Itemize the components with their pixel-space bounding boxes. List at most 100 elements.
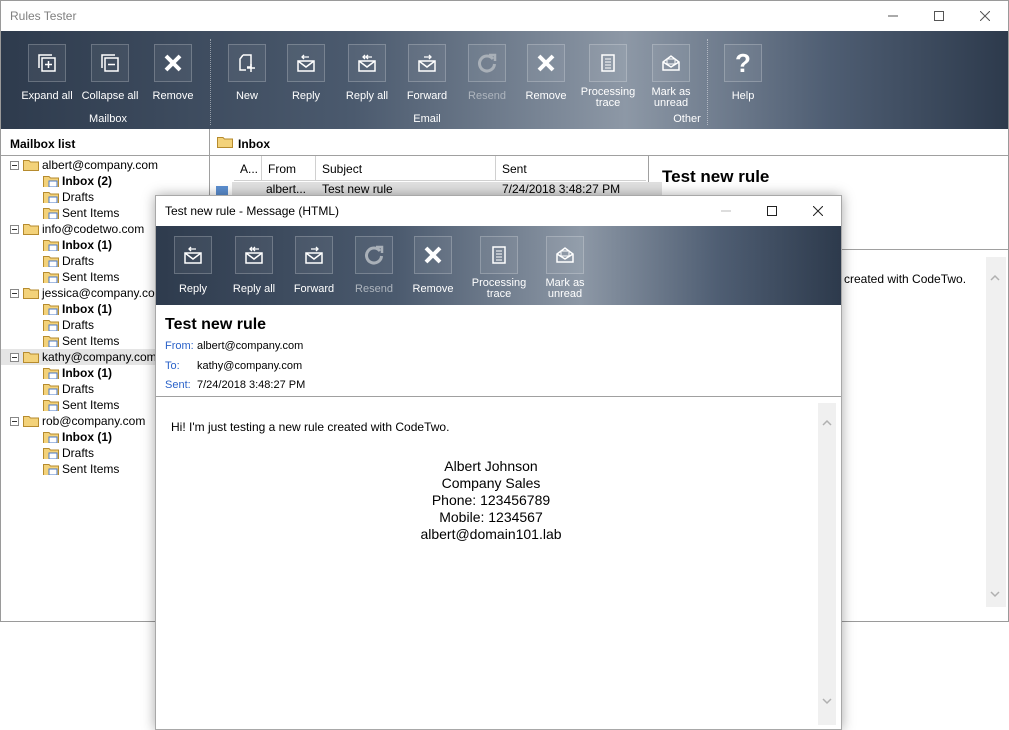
mailbox-remove-button[interactable]: Remove — [142, 44, 204, 102]
forward-icon — [418, 54, 436, 72]
new-message-button[interactable]: New — [216, 44, 278, 102]
collapse-toggle-icon[interactable] — [10, 224, 19, 234]
preview-body-text: created with CodeTwo. — [844, 272, 967, 286]
message-subject: Test new rule — [165, 316, 267, 333]
message-minimize-button[interactable] — [703, 196, 749, 226]
folder-item[interactable]: Drafts — [43, 317, 94, 333]
message-close-button[interactable] — [795, 196, 841, 226]
signature-line: Albert Johnson — [444, 458, 538, 474]
msg-reply-button[interactable]: Reply — [162, 236, 224, 295]
minimize-button[interactable] — [870, 1, 916, 31]
help-icon: ? — [735, 48, 751, 78]
ribbon-separator — [707, 39, 708, 125]
help-button[interactable]: ? Help — [712, 44, 774, 102]
msg-remove-button[interactable]: Remove — [402, 236, 464, 295]
processing-trace-button[interactable]: Processing trace — [577, 44, 639, 109]
column-attachment[interactable]: A... — [234, 156, 262, 181]
reply-all-label: Reply all — [345, 90, 389, 102]
main-titlebar: Rules Tester — [1, 1, 1008, 31]
mark-unread-button[interactable]: Mark as unread — [640, 44, 702, 109]
mailbox-remove-label: Remove — [152, 90, 194, 102]
folder-item[interactable]: Inbox (1) — [43, 301, 112, 317]
scroll-down-icon — [990, 591, 1000, 598]
table-row[interactable]: albert... Test new rule 7/24/2018 3:48:2… — [232, 182, 662, 196]
reply-label: Reply — [291, 90, 321, 102]
mailbox-name: albert@company.com — [42, 158, 159, 172]
msg-forward-button[interactable]: Forward — [283, 236, 345, 295]
folder-icon — [23, 160, 39, 171]
column-sent[interactable]: Sent — [496, 156, 646, 181]
folder-item[interactable]: Sent Items — [43, 269, 119, 285]
row-sent: 7/24/2018 3:48:27 PM — [502, 182, 621, 196]
collapse-toggle-icon[interactable] — [10, 352, 19, 362]
folder-item[interactable]: Sent Items — [43, 205, 119, 221]
msg-mark-unread-button[interactable]: Mark as unread — [534, 236, 596, 300]
folder-item[interactable]: Sent Items — [43, 333, 119, 349]
folder-item[interactable]: Sent Items — [43, 461, 119, 477]
collapse-toggle-icon[interactable] — [10, 416, 19, 426]
folder-item[interactable]: Drafts — [43, 189, 94, 205]
folder-label: Inbox (1) — [62, 238, 112, 252]
msg-reply-all-button[interactable]: Reply all — [223, 236, 285, 295]
forward-button[interactable]: Forward — [396, 44, 458, 102]
signature: Albert Johnson Company Sales Phone: 1234… — [316, 458, 666, 543]
inbox-header-title: Inbox — [238, 137, 270, 151]
resend-button[interactable]: Resend — [456, 44, 518, 102]
column-subject[interactable]: Subject — [316, 156, 496, 181]
folder-item[interactable]: Inbox (1) — [43, 429, 112, 445]
collapse-toggle-icon[interactable] — [10, 288, 19, 298]
folder-item[interactable]: Drafts — [43, 381, 94, 397]
main-window-title: Rules Tester — [10, 9, 77, 23]
folder-item[interactable]: Drafts — [43, 445, 94, 461]
mark-unread-icon — [662, 55, 680, 71]
expand-all-label: Expand all — [21, 90, 73, 102]
trace-document-icon — [492, 246, 506, 264]
message-scrollbar[interactable] — [818, 403, 836, 725]
maximize-icon — [934, 11, 944, 21]
preview-scrollbar[interactable] — [986, 257, 1006, 607]
folder-item[interactable]: Drafts — [43, 253, 94, 269]
msg-forward-label: Forward — [293, 283, 335, 295]
header-divider — [156, 396, 841, 397]
email-remove-label: Remove — [525, 90, 567, 102]
row-from: albert... — [266, 182, 307, 196]
sent-label: Sent: — [165, 379, 191, 391]
folder-item[interactable]: Inbox (1) — [43, 365, 112, 381]
reply-icon — [184, 246, 202, 264]
msg-resend-label: Resend — [355, 283, 393, 295]
signature-line: Company Sales — [441, 475, 541, 491]
to-value: kathy@company.com — [197, 360, 303, 372]
folder-label: Drafts — [62, 318, 95, 332]
folder-item[interactable]: Sent Items — [43, 397, 119, 413]
scroll-up-icon — [990, 274, 1000, 281]
collapse-all-icon — [101, 54, 119, 72]
reply-all-button[interactable]: Reply all — [336, 44, 398, 102]
mailbox-name: rob@company.com — [42, 414, 146, 428]
mailbox-node[interactable]: albert@company.com — [1, 157, 217, 173]
folder-item[interactable]: Inbox (1) — [43, 237, 112, 253]
reply-icon — [297, 54, 315, 72]
mailbox-list-title: Mailbox list — [10, 137, 76, 151]
maximize-button[interactable] — [916, 1, 962, 31]
preview-divider — [841, 249, 1008, 250]
folder-item[interactable]: Inbox (2) — [43, 173, 112, 189]
folder-label: Sent Items — [62, 206, 120, 220]
close-button[interactable] — [962, 1, 1008, 31]
from-label: From: — [165, 340, 194, 352]
expand-all-button[interactable]: Expand all — [16, 44, 78, 102]
collapse-toggle-icon[interactable] — [10, 160, 19, 170]
close-icon — [980, 11, 990, 21]
forward-icon — [305, 246, 323, 264]
mailbox-group-label: Mailbox — [89, 113, 127, 125]
reply-button[interactable]: Reply — [275, 44, 337, 102]
processing-trace-label: Processing trace — [580, 86, 636, 109]
collapse-all-button[interactable]: Collapse all — [79, 44, 141, 102]
column-from[interactable]: From — [262, 156, 316, 181]
message-maximize-button[interactable] — [749, 196, 795, 226]
email-remove-button[interactable]: Remove — [515, 44, 577, 102]
msg-resend-button[interactable]: Resend — [343, 236, 405, 295]
sent-value: 7/24/2018 3:48:27 PM — [197, 379, 306, 391]
msg-processing-trace-button[interactable]: Processing trace — [468, 236, 530, 300]
mail-folder-icon — [43, 240, 59, 251]
folder-label: Drafts — [62, 446, 95, 460]
